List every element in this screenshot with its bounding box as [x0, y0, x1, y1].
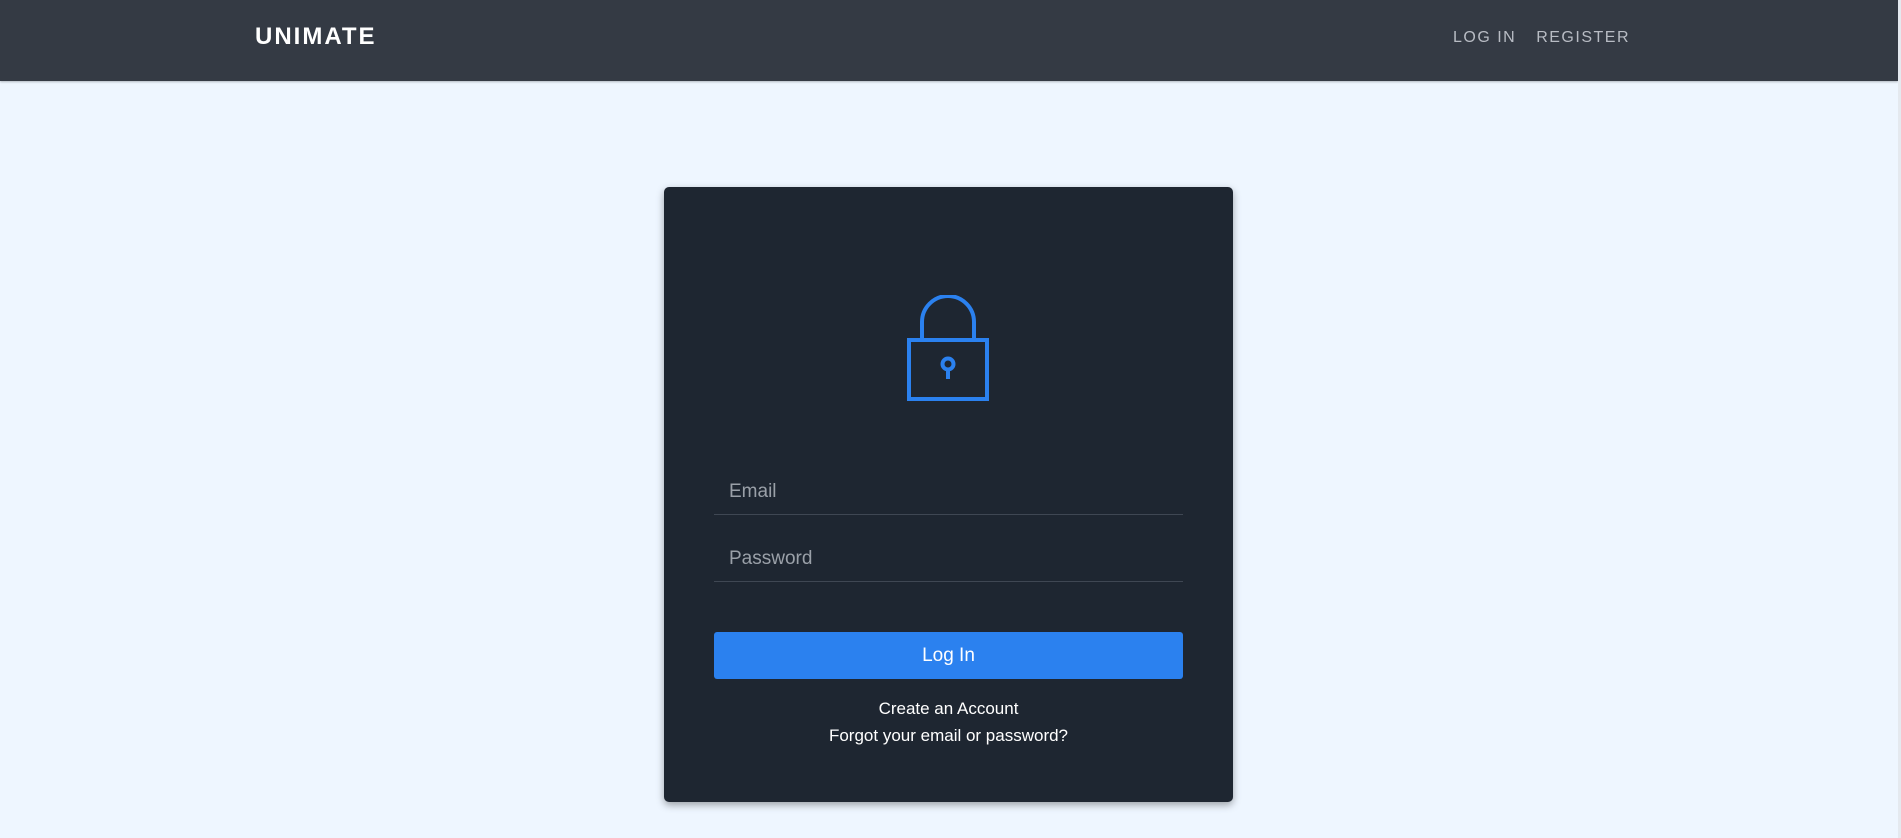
page: UNIMATE LOG IN REGISTER Log In Create an… — [0, 0, 1901, 838]
nav-login-link[interactable]: LOG IN — [1453, 29, 1516, 47]
create-account-link[interactable]: Create an Account — [664, 699, 1233, 719]
password-input[interactable] — [714, 536, 1183, 582]
top-navbar: UNIMATE LOG IN REGISTER — [0, 0, 1898, 81]
nav-links: LOG IN REGISTER — [1453, 29, 1630, 47]
forgot-credentials-link[interactable]: Forgot your email or password? — [664, 726, 1233, 746]
login-card: Log In Create an Account Forgot your ema… — [664, 187, 1233, 802]
email-input[interactable] — [714, 469, 1183, 515]
lock-icon — [907, 295, 989, 401]
brand-logo-link[interactable]: UNIMATE — [255, 23, 377, 51]
login-button[interactable]: Log In — [714, 632, 1183, 679]
nav-register-link[interactable]: REGISTER — [1536, 29, 1630, 47]
